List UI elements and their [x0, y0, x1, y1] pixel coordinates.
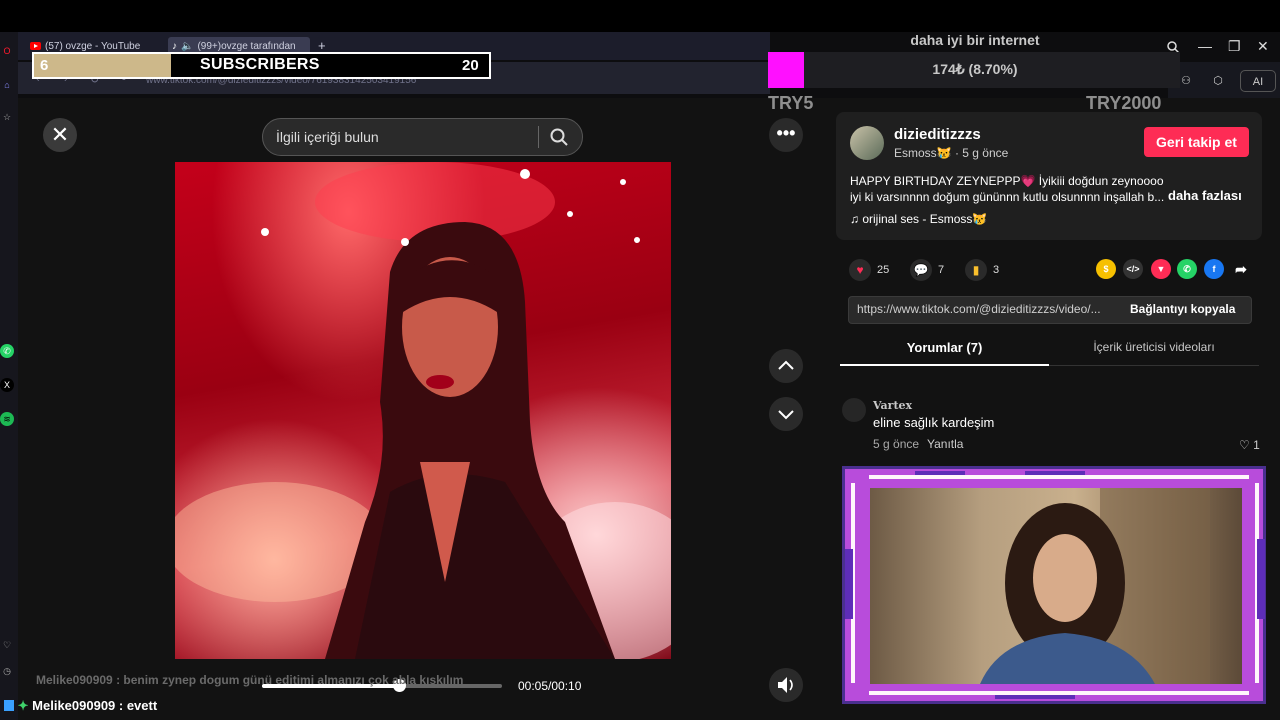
close-video-button[interactable]: ✕ — [43, 118, 77, 152]
cube-icon[interactable]: ⬡ — [1206, 70, 1230, 92]
send-icon[interactable]: ▼ — [1151, 259, 1171, 279]
comment-username[interactable]: Vartex — [873, 399, 912, 412]
diamond-icon: ✦ — [17, 698, 29, 713]
avatar[interactable] — [850, 126, 884, 160]
restore-icon[interactable]: ❐ — [1228, 38, 1241, 55]
description-line-1: HAPPY BIRTHDAY ZEYNEPPP💗 İyikiii doğdun … — [850, 174, 1164, 188]
previous-video-button[interactable] — [769, 349, 803, 383]
description-line-2: iyi ki varsınnnn doğum gününnn kutlu ols… — [850, 190, 1165, 204]
chat-message: ✦ Melike090909 : evett — [4, 698, 157, 714]
opera-icon[interactable]: O — [0, 44, 14, 58]
tab-label: (57) ovzge - YouTube — [45, 40, 141, 52]
home-icon[interactable]: ⌂ — [0, 78, 14, 92]
reply-button[interactable]: Yanıtla — [927, 437, 963, 451]
history-icon[interactable]: ◷ — [0, 664, 14, 678]
author-name[interactable]: dizieditizzzs — [894, 126, 981, 143]
facebook-icon[interactable]: f — [1204, 259, 1224, 279]
new-tab-button[interactable]: + — [318, 38, 326, 53]
author-subtitle: Esmoss😿 · 5 g önce — [894, 146, 1009, 160]
speaker-icon: 🔈 — [181, 40, 194, 52]
subscriber-current: 6 — [40, 57, 49, 74]
screen-top-bar — [0, 0, 1280, 32]
donation-goal-fill — [768, 52, 804, 88]
bookmark-icon: ▮ — [965, 259, 987, 281]
browser-sidebar — [0, 32, 18, 720]
x-icon[interactable]: X — [0, 378, 14, 392]
webcam-image — [980, 488, 1210, 684]
donation-goal-min: TRY5 — [768, 93, 814, 113]
video-player[interactable] — [175, 162, 671, 659]
minimize-icon[interactable]: — — [1198, 38, 1212, 54]
badge-icon — [4, 700, 14, 711]
donation-goal-title: daha iyi bir internet — [910, 32, 1040, 48]
sound-link[interactable]: ♫ orijinal ses - Esmoss😿 — [850, 212, 987, 226]
coin-icon[interactable]: $ — [1096, 259, 1116, 279]
search-icon[interactable] — [548, 126, 570, 148]
video-frame-image — [175, 162, 671, 659]
subscriber-label: SUBSCRIBERS — [200, 56, 320, 73]
donation-goal-amount: 174₺ (8.70%) — [932, 61, 1018, 77]
ai-label: AI — [1252, 76, 1264, 88]
share-arrow-icon[interactable]: ➦ — [1231, 259, 1251, 279]
spotify-icon[interactable]: ≋ — [0, 412, 14, 426]
close-window-icon[interactable]: ✕ — [1257, 38, 1269, 55]
video-link[interactable]: https://www.tiktok.com/@dizieditizzzs/vi… — [857, 302, 1101, 316]
volume-button[interactable] — [769, 668, 803, 702]
donation-goal-max: TRY2000 — [1086, 93, 1162, 113]
webcam-feed — [870, 488, 1242, 684]
heart-icon: ♥ — [849, 259, 871, 281]
follow-back-button[interactable]: Geri takip et — [1144, 127, 1249, 157]
comment-time: 5 g önce — [873, 437, 920, 451]
whatsapp-share-icon[interactable]: ✆ — [1177, 259, 1197, 279]
comment-count: 7 — [938, 264, 945, 276]
embed-icon[interactable]: </> — [1123, 259, 1143, 279]
chat-message-text: Melike090909 : evett — [32, 698, 158, 713]
comment-action[interactable]: 💬 7 — [910, 259, 944, 281]
next-video-button[interactable] — [769, 397, 803, 431]
save-count: 3 — [993, 264, 1000, 276]
show-more-link[interactable]: daha fazlası — [1168, 188, 1242, 203]
tiktok-icon: ♪ — [172, 40, 177, 52]
related-search-placeholder: İlgili içeriği bulun — [276, 129, 379, 145]
tab-comments[interactable]: Yorumlar (7) — [840, 340, 1049, 366]
save-action[interactable]: ▮ 3 — [965, 259, 999, 281]
comment-icon: 💬 — [910, 259, 932, 281]
ai-button[interactable]: AI — [1240, 70, 1276, 92]
heart-icon[interactable]: ♡ — [0, 638, 14, 652]
tab-label: (99+)ovzge tarafından — [197, 40, 296, 52]
chat-message-faded: Melike090909 : benim zynep dogum günü ed… — [36, 673, 464, 687]
youtube-icon — [30, 42, 41, 50]
comment-like-button[interactable]: ♡ 1 — [1239, 438, 1260, 452]
video-time: 00:05/00:10 — [518, 679, 582, 693]
search-divider — [538, 126, 539, 148]
bookmark-icon[interactable]: ☆ — [0, 110, 14, 124]
more-options-button[interactable]: ••• — [769, 118, 803, 152]
whatsapp-icon[interactable]: ✆ — [0, 344, 14, 358]
subscriber-goal: 20 — [462, 57, 479, 74]
tab-creator-videos[interactable]: İçerik üreticisi videoları — [1049, 340, 1259, 366]
comment-text: eline sağlık kardeşim — [873, 415, 995, 430]
copy-link-button[interactable]: Bağlantıyı kopyala — [1130, 302, 1235, 316]
subscriber-goal-fill — [34, 54, 171, 77]
like-action[interactable]: ♥ 25 — [849, 259, 889, 281]
like-count: 25 — [877, 264, 890, 276]
comment-avatar[interactable] — [842, 398, 866, 422]
